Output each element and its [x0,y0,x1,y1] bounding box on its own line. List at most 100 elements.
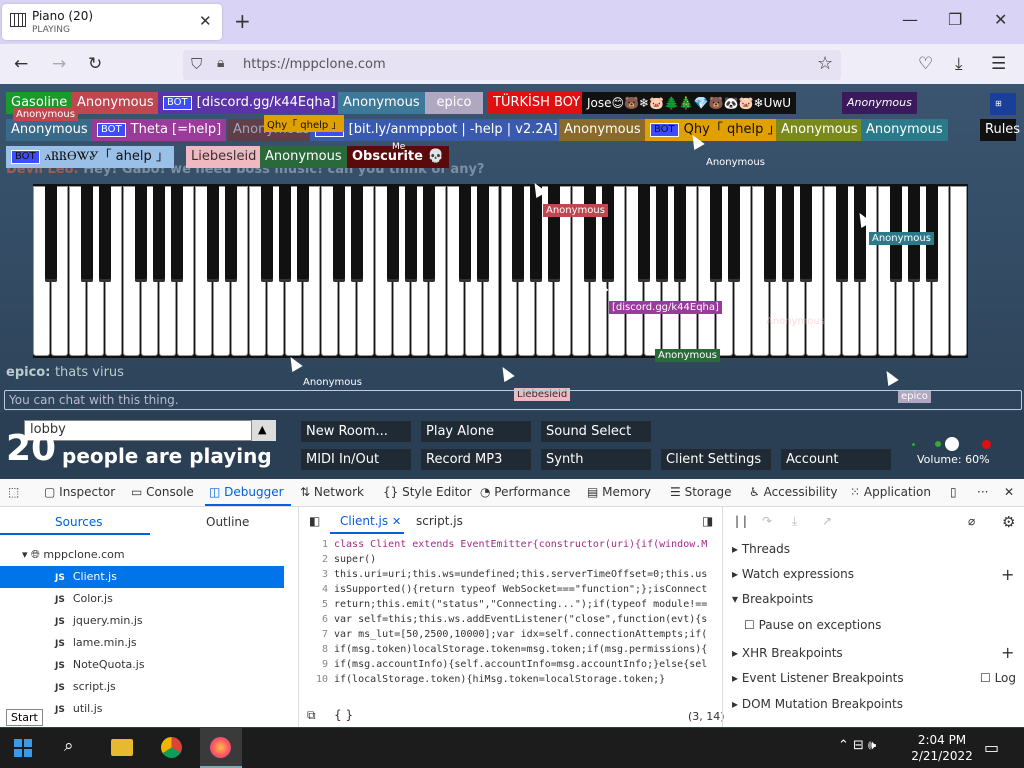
pause-exceptions-checkbox[interactable]: ☐ Pause on exceptions [744,618,881,632]
bookmark-star-icon[interactable]: ☆ [817,53,833,74]
back-icon[interactable]: ← [14,54,28,74]
black-key[interactable] [764,184,777,282]
file-explorer-icon[interactable] [111,739,133,756]
black-key[interactable] [296,184,309,282]
black-key[interactable] [656,184,669,282]
deactivate-breakpoints-icon[interactable]: ⌀ [968,514,975,528]
log-checkbox[interactable]: ☐ Log [980,671,1016,685]
user-chip[interactable]: Anonymous [6,119,93,141]
tab-debugger[interactable]: ◫ Debugger [209,485,284,499]
tab-memory[interactable]: ▤ Memory [587,485,651,499]
file-item[interactable]: JS lame.min.js [55,636,137,649]
volume-knob[interactable] [945,437,959,451]
braces-button[interactable]: { } [334,708,353,722]
black-key[interactable] [170,184,183,282]
toggle-sidebar-icon[interactable]: ◧ [309,514,320,528]
code-line[interactable]: isSupported(){return typeof WebSocket===… [334,584,707,595]
black-key[interactable] [278,184,291,282]
black-key[interactable] [584,184,597,282]
pretty-print-icon[interactable]: ⧉ [307,708,316,723]
user-chip[interactable]: Anonymous [861,119,948,141]
add-watch-icon[interactable]: + [1001,565,1014,584]
black-key[interactable] [134,184,147,282]
pocket-icon[interactable]: ♡ [918,54,933,74]
user-chip[interactable]: Anonymous [260,146,347,168]
tab-piano[interactable]: Piano (20) PLAYING ✕ [2,4,222,40]
pause-icon[interactable]: | | [735,514,747,528]
xhr-section[interactable]: ▸ XHR Breakpoints [732,646,843,660]
black-key[interactable] [206,184,219,282]
file-item[interactable]: JS script.js [55,680,116,693]
user-chip[interactable]: BOT[bit.ly/anmppbot | -help | v2.2A] [310,119,563,141]
tab-storage[interactable]: ☰ Storage [670,485,732,499]
play-alone-button[interactable]: Play Alone [421,421,531,442]
code-editor[interactable]: 1 class Client extends EventEmitter{const… [300,535,722,687]
clock-time[interactable]: 2:04 PM [916,733,968,747]
chat-input[interactable]: You can chat with this thing. [4,390,1022,410]
user-chip[interactable]: Jose😊🐻❄🐷🌲🎄💎🐻🐼🐷❄UwU [582,92,797,114]
threads-section[interactable]: ▸ Threads [732,542,790,556]
step-in-icon[interactable]: ⤓ [792,514,797,529]
code-line[interactable]: if(localStorage.token){hiMsg.token=local… [334,674,665,685]
user-chip[interactable]: Liebesleid [186,146,262,168]
step-out-icon[interactable]: ↗ [822,514,832,528]
black-key[interactable] [602,184,615,282]
url-bar[interactable]: ⛉ 🔒︎ https://mppclone.com ☆ [183,50,841,80]
step-over-icon[interactable]: ↷ [762,514,772,528]
black-key[interactable] [152,184,165,282]
client-settings-button[interactable]: Client Settings [661,449,771,470]
code-line[interactable]: if(msg.token)localStorage.token=msg.toke… [334,644,707,655]
reload-icon[interactable]: ↻ [88,54,102,74]
black-key[interactable] [530,184,543,282]
tray-icons[interactable]: ⌃ ⊟ 🕪︎ [838,738,876,753]
rules-button[interactable]: Rules [980,119,1020,141]
clock-date[interactable]: 2/21/2022 [908,749,976,763]
user-chip[interactable]: BOT ꭺᏒᏒᎾᏔᎽ「 ahelp 」 [6,146,174,168]
white-key[interactable] [950,186,967,356]
black-key[interactable] [800,184,813,282]
user-chip[interactable]: Anonymous [842,92,917,114]
code-line[interactable]: if(msg.accountInfo){self.accountInfo=msg… [334,659,707,670]
user-chip[interactable]: Anonymous [72,92,159,114]
black-key[interactable] [80,184,93,282]
black-key[interactable] [260,184,273,282]
black-key[interactable] [386,184,399,282]
code-line[interactable]: this.uri=uri;this.ws=undefined;this.serv… [334,569,707,580]
close-window-icon[interactable]: ✕ [994,10,1007,29]
forward-icon[interactable]: → [52,54,66,74]
shield-icon[interactable]: ⛉ [191,55,202,73]
black-key[interactable] [836,184,849,282]
tab-network[interactable]: ⇅ Network [300,485,364,499]
black-key[interactable] [782,184,795,282]
tab-performance[interactable]: ◔ Performance [480,485,570,499]
room-dropdown-arrow[interactable]: ▲ [251,420,276,441]
user-chip[interactable]: TÜRKİSH BOY [488,92,586,114]
notification-icon[interactable]: ▭ [984,738,999,757]
black-key[interactable] [332,184,345,282]
windows-start-icon[interactable] [14,739,32,757]
breakpoints-section[interactable]: ▾ Breakpoints [732,592,813,606]
tab-outline[interactable]: Outline [206,515,249,529]
my-chip[interactable]: ⊞ [990,93,1016,115]
code-line[interactable]: class Client extends EventEmitter{constr… [334,539,707,550]
user-chip[interactable]: BOT [discord.gg/k44Eqha] [158,92,341,114]
watch-section[interactable]: ▸ Watch expressions [732,567,854,581]
code-line[interactable]: var self=this;this.ws.addEventListener("… [334,614,707,625]
firefox-taskbar-item[interactable] [200,728,242,768]
file-item[interactable]: JS util.js [55,702,103,715]
code-line[interactable]: return;this.emit("status","Connecting...… [334,599,707,610]
file-item[interactable]: JS Client.js [55,570,117,583]
file-item[interactable]: JS NoteQuota.js [55,658,145,671]
restore-icon[interactable]: ❐ [948,10,962,29]
user-chip[interactable]: BOT Qhy「 qhelp 」 [645,119,786,141]
domain-node[interactable]: ▾ 🌐︎ mppclone.com [22,548,125,562]
event-listener-section[interactable]: ▸ Event Listener Breakpoints [732,671,904,685]
black-key[interactable] [350,184,363,282]
user-chip[interactable]: BOT Theta [=help] [92,119,227,141]
download-icon[interactable]: ⤓ [955,54,963,74]
record-mp3-button[interactable]: Record MP3 [421,449,531,470]
tab-application[interactable]: ⁙ Application [850,485,931,499]
tab-console[interactable]: ▭ Console [131,485,194,499]
menu-icon[interactable]: ☰ [991,54,1006,74]
editor-tab-client[interactable]: Client.js ✕ [340,514,401,528]
